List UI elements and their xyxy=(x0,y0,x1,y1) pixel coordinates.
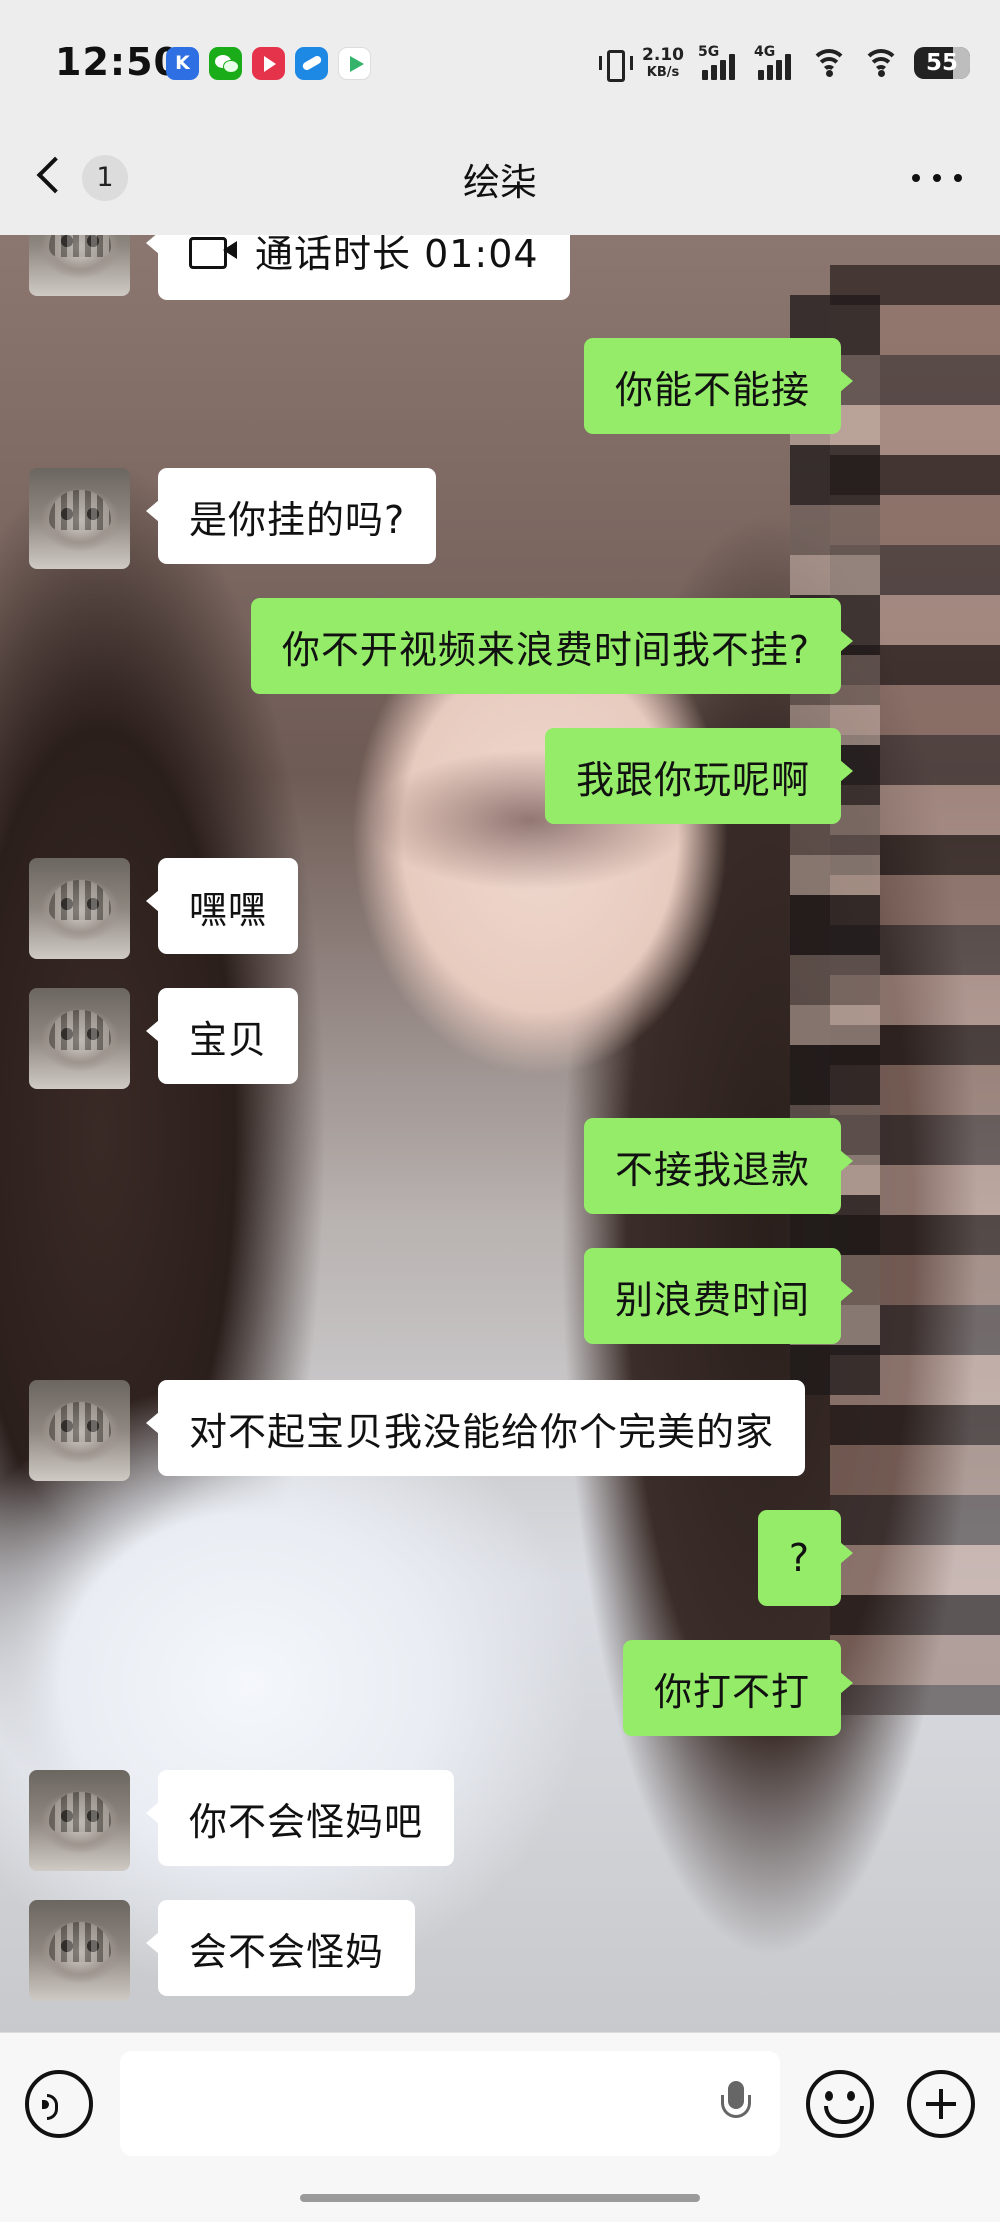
notification-icons xyxy=(166,47,371,80)
message-text: 嘿嘿 xyxy=(189,887,268,932)
call-duration-text: 通话时长 01:04 xyxy=(255,235,539,276)
incoming-message[interactable]: 宝贝 xyxy=(145,988,299,1084)
video-call-icon xyxy=(189,235,237,269)
more-dot-icon xyxy=(933,174,941,182)
outgoing-message[interactable]: 不接我退款 xyxy=(583,1118,854,1214)
message-text: 对不起宝贝我没能给你个完美的家 xyxy=(189,1409,775,1454)
wechat-icon xyxy=(209,47,242,80)
message-text: 会不会怪妈 xyxy=(189,1929,385,1974)
more-actions-button[interactable] xyxy=(907,2070,975,2138)
outgoing-message[interactable]: 我跟你玩呢啊 xyxy=(544,728,854,824)
contact-avatar[interactable] xyxy=(29,1380,130,1481)
message-text: 我跟你玩呢啊 xyxy=(575,757,810,802)
video-app-icon xyxy=(252,47,285,80)
message-text: 你不开视频来浪费时间我不挂? xyxy=(281,627,810,672)
status-bar: 12:50 2.10 KB/s 5G 4G xyxy=(0,0,1000,120)
battery-level: 55 xyxy=(925,50,958,76)
wifi-icon xyxy=(862,47,900,79)
browser-app-icon xyxy=(295,47,328,80)
call-record-bubble[interactable]: 通话时长 01:04 xyxy=(146,235,570,300)
message-text: 宝贝 xyxy=(189,1017,268,1062)
outgoing-message[interactable]: ? xyxy=(757,1510,854,1606)
voice-mode-button[interactable] xyxy=(25,2070,93,2138)
battery-icon: 55 xyxy=(914,47,970,79)
signal-4g-label: 4G xyxy=(754,44,776,60)
system-icons: 2.10 KB/s 5G 4G 55 xyxy=(598,38,970,88)
contact-avatar[interactable] xyxy=(29,1900,130,2001)
message-list[interactable]: 通话时长 01:04 你能不能接 是你挂的吗? 你不开视频来浪费时间我不挂? 我… xyxy=(0,235,1000,2032)
chat-screen: 12:50 2.10 KB/s 5G 4G xyxy=(0,0,1000,2222)
signal-5g-icon: 5G xyxy=(698,44,740,80)
home-indicator[interactable] xyxy=(300,2194,700,2202)
chat-header: 1 绘柒 xyxy=(0,120,1000,235)
message-text: 你能不能接 xyxy=(614,367,810,412)
outgoing-message[interactable]: 你不开视频来浪费时间我不挂? xyxy=(250,598,854,694)
incoming-message[interactable]: 对不起宝贝我没能给你个完美的家 xyxy=(145,1380,806,1476)
incoming-message[interactable]: 会不会怪妈 xyxy=(145,1900,416,1996)
more-dot-icon xyxy=(954,174,962,182)
message-text: 别浪费时间 xyxy=(614,1277,810,1322)
emoji-button[interactable] xyxy=(806,2070,874,2138)
chat-title: 绘柒 xyxy=(463,161,537,204)
pixelated-region xyxy=(790,295,880,1395)
wifi-plus-icon xyxy=(810,47,848,79)
contact-avatar[interactable] xyxy=(29,858,130,959)
input-bar xyxy=(0,2032,1000,2222)
outgoing-message[interactable]: 别浪费时间 xyxy=(583,1248,854,1344)
more-options-button[interactable] xyxy=(912,160,962,196)
message-input[interactable] xyxy=(120,2051,780,2156)
incoming-message[interactable]: 嘿嘿 xyxy=(145,858,299,954)
network-speed: 2.10 KB/s xyxy=(642,45,684,80)
message-text: 你打不打 xyxy=(653,1669,810,1714)
message-text: 不接我退款 xyxy=(614,1147,810,1192)
network-speed-value: 2.10 xyxy=(642,45,684,65)
incoming-message[interactable]: 是你挂的吗? xyxy=(145,468,437,564)
network-speed-unit: KB/s xyxy=(646,65,680,80)
microphone-icon[interactable] xyxy=(718,2081,754,2129)
signal-5g-label: 5G xyxy=(698,44,720,60)
contact-avatar[interactable] xyxy=(29,988,130,1089)
outgoing-message[interactable]: 你打不打 xyxy=(622,1640,854,1736)
message-text: 你不会怪妈吧 xyxy=(189,1799,424,1844)
outgoing-message[interactable]: 你能不能接 xyxy=(583,338,854,434)
contact-avatar[interactable] xyxy=(29,235,130,296)
contact-avatar[interactable] xyxy=(29,1770,130,1871)
signal-4g-icon: 4G xyxy=(754,44,796,80)
more-dot-icon xyxy=(912,174,920,182)
message-text: 是你挂的吗? xyxy=(189,497,406,542)
k-app-icon xyxy=(166,47,199,80)
status-time: 12:50 xyxy=(55,40,181,84)
message-text: ? xyxy=(788,1536,810,1580)
contact-avatar[interactable] xyxy=(29,468,130,569)
vibrate-icon xyxy=(598,48,634,82)
tv-app-icon xyxy=(338,47,371,80)
incoming-message[interactable]: 你不会怪妈吧 xyxy=(145,1770,455,1866)
